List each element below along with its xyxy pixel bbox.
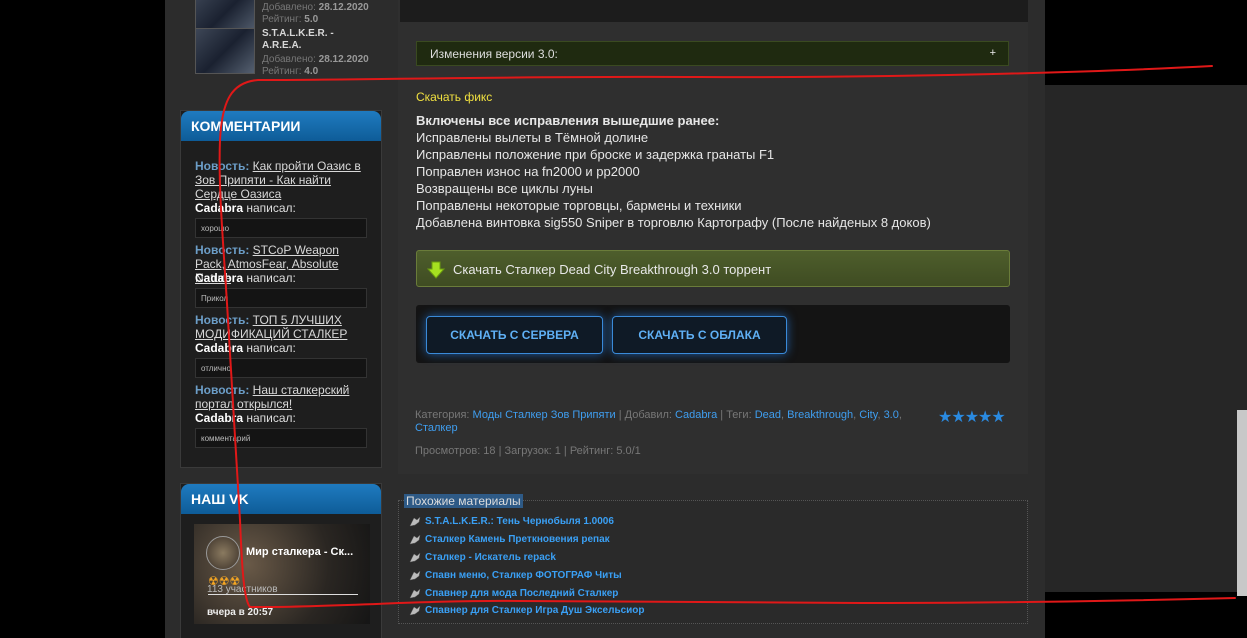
stalker-icon [409, 588, 421, 599]
category-link[interactable]: Моды Сталкер Зов Припяти [473, 409, 616, 421]
stalker-icon [409, 605, 421, 616]
download-arrow-icon [427, 261, 445, 279]
fix-item: Добавлена винтовка sig550 Sniper в торго… [416, 215, 931, 230]
new-item-thumbnail[interactable] [195, 28, 255, 74]
fix-list: Включены все исправления вышедшие ранее:… [416, 112, 1016, 231]
comments-block: КОММЕНТАРИИ Новость: Как пройти Оазис в … [180, 110, 382, 468]
right-panel [1045, 85, 1247, 592]
vk-group-name[interactable]: Мир сталкера - Ск... [246, 546, 353, 558]
new-item-rating: Рейтинг: 4.0 [262, 66, 319, 77]
author-link[interactable]: Cadabra [675, 409, 717, 421]
tag-link[interactable]: Dead [755, 409, 781, 421]
fix-item: Поправлен износ на fn2000 и pp2000 [416, 164, 640, 179]
comment-author: Cadabra написал: [195, 411, 296, 425]
vk-title: НАШ VK [181, 484, 381, 514]
new-item[interactable]: S.T.A.L.K.E.R. - A.R.E.A. Добавлено: 28.… [195, 28, 380, 78]
fix-item: Поправлены некоторые торговцы, бармены и… [416, 198, 742, 213]
fix-item: Исправлены вылеты в Тёмной долине [416, 130, 649, 145]
comment-news: Новость: Наш сталкерский портал открылся… [195, 383, 350, 411]
download-box: СКАЧАТЬ С СЕРВЕРА СКАЧАТЬ С ОБЛАКА [416, 305, 1010, 363]
scrollbar[interactable] [1237, 410, 1247, 596]
rating-stars[interactable]: ★★★★★ [938, 407, 1006, 427]
comment-text: отлично [195, 358, 367, 378]
site: Добавлено: 28.12.2020 Рейтинг: 5.0 S.T.A… [0, 0, 1247, 638]
post-stats: Просмотров: 18 | Загрузок: 1 | Рейтинг: … [415, 445, 641, 457]
comment-author: Cadabra написал: [195, 271, 296, 285]
download-server-button[interactable]: СКАЧАТЬ С СЕРВЕРА [426, 316, 603, 354]
top-dark-strip [400, 0, 1028, 22]
comment-text: Прикол [195, 288, 367, 308]
fix-item: Включены все исправления вышедшие ранее: [416, 113, 720, 128]
vk-date: вчера в 20:57 [207, 607, 274, 618]
stalker-icon [409, 570, 421, 581]
torrent-download-button[interactable]: Скачать Сталкер Dead City Breakthrough 3… [416, 250, 1010, 287]
comment-text: хорошо [195, 218, 367, 238]
changes-toggle[interactable]: Изменения версии 3.0: + [416, 41, 1009, 66]
download-cloud-button[interactable]: СКАЧАТЬ С ОБЛАКА [612, 316, 787, 354]
expand-icon[interactable]: + [990, 47, 996, 59]
post-meta: Категория: Моды Сталкер Зов Припяти | До… [415, 409, 902, 434]
fix-download-link[interactable]: Скачать фикс [416, 90, 492, 104]
tag-link[interactable]: Breakthrough [787, 409, 853, 421]
new-item-rating: Рейтинг: 5.0 [262, 14, 319, 25]
vk-block: НАШ VK Мир сталкера - Ск... ☢☢☢ 113 учас… [180, 483, 382, 638]
new-item-added: Добавлено: 28.12.2020 [262, 2, 369, 13]
comment-author: Cadabra написал: [195, 341, 296, 355]
fix-item: Возвращены все циклы луны [416, 181, 593, 196]
changes-label: Изменения версии 3.0: [430, 47, 558, 61]
comments-title: КОММЕНТАРИИ [181, 111, 381, 141]
comment-news: Новость: ТОП 5 ЛУЧШИХ МОДИФИКАЦИЙ СТАЛКЕ… [195, 313, 348, 341]
comment-news: Новость: Как пройти Оазис в Зов Припяти … [195, 159, 361, 201]
torrent-label: Скачать Сталкер Dead City Breakthrough 3… [453, 262, 772, 277]
stalker-icon [409, 516, 421, 527]
vk-members: 113 участников [207, 584, 278, 595]
comment-text: комментарий [195, 428, 367, 448]
new-item-added: Добавлено: 28.12.2020 [262, 54, 369, 65]
tag-link[interactable]: Сталкер [415, 422, 458, 434]
fix-item: Исправлены положение при броске и задерж… [416, 147, 775, 162]
tag-link[interactable]: 3.0 [884, 409, 899, 421]
new-item-title[interactable]: S.T.A.L.K.E.R. - A.R.E.A. [262, 28, 342, 52]
stalker-icon [409, 552, 421, 563]
comment-author: Cadabra написал: [195, 201, 296, 215]
vk-avatar[interactable] [206, 536, 240, 570]
stalker-icon [409, 534, 421, 545]
tag-link[interactable]: City [859, 409, 877, 421]
related-title: Похожие материалы [404, 494, 523, 508]
main-content [398, 0, 1028, 474]
